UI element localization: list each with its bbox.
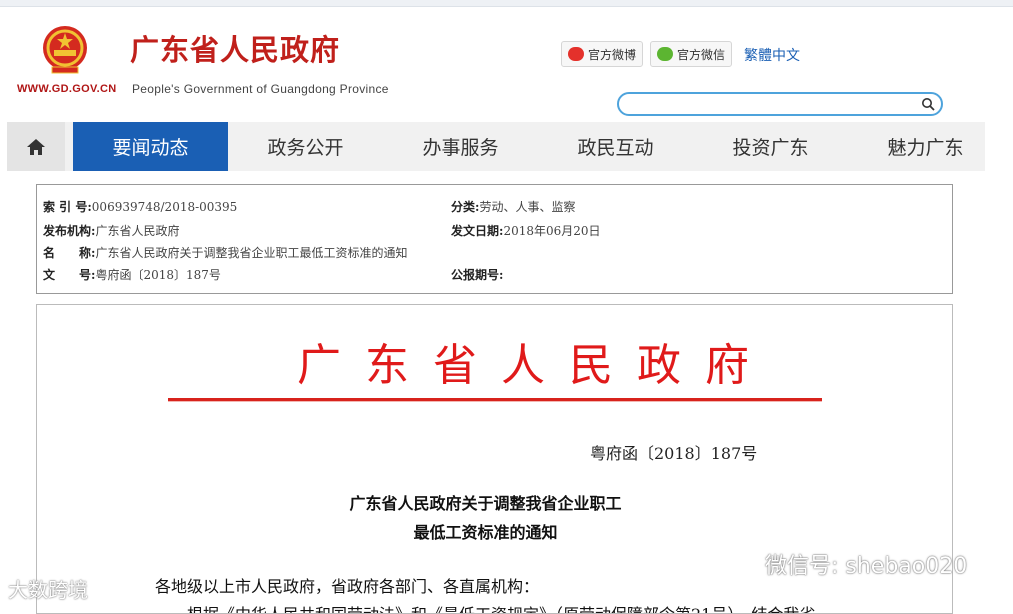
meta-issuer: 发布机构:广东省人民政府 (43, 222, 179, 239)
meta-name-key: 名 称: (43, 246, 96, 260)
watermark-right-text: 微信号: shebao020 (765, 554, 968, 579)
nav-item-gov-affairs[interactable]: 政务公开 (228, 122, 383, 171)
watermark-right: 微信号: shebao020 (733, 548, 967, 580)
nav-item-invest[interactable]: 投资广东 (693, 122, 848, 171)
watermark-left: 大数跨境 (8, 578, 88, 602)
document-metadata: 索 引 号:006939748/2018-00395 分类:劳动、人事、监察 发… (36, 184, 953, 294)
meta-gazette: 公报期号: (451, 266, 503, 283)
weixin-label: 官方微信 (677, 47, 726, 62)
weixin-link[interactable]: 官方微信 (650, 41, 733, 67)
search-input[interactable] (629, 95, 913, 115)
weibo-icon (568, 47, 584, 61)
meta-category: 分类:劳动、人事、监察 (451, 198, 575, 215)
site-title[interactable]: 广东省人民政府 (130, 27, 340, 69)
meta-docno: 文 号:粤府函〔2018〕187号 (43, 266, 221, 283)
meta-docno-value: 粤府函〔2018〕187号 (95, 268, 221, 282)
meta-category-value: 劳动、人事、监察 (479, 200, 576, 214)
nav-item-interaction[interactable]: 政民互动 (538, 122, 693, 171)
nav-item-services[interactable]: 办事服务 (383, 122, 538, 171)
meta-gazette-key: 公报期号: (451, 268, 504, 282)
meta-name: 名 称:广东省人民政府关于调整我省企业职工最低工资标准的通知 (43, 244, 407, 261)
search-icon[interactable] (921, 97, 935, 111)
weibo-label: 官方微博 (588, 47, 637, 62)
weibo-link[interactable]: 官方微博 (561, 41, 644, 67)
meta-name-value: 广东省人民政府关于调整我省企业职工最低工资标准的通知 (95, 246, 408, 260)
traditional-chinese-link[interactable]: 繁體中文 (744, 45, 800, 65)
meta-date-key: 发文日期: (451, 224, 504, 238)
document-salutation: 各地级以上市人民政府，省政府各部门、各直属机构： (155, 577, 540, 596)
nav-home[interactable] (7, 122, 65, 171)
meta-date: 发文日期:2018年06月20日 (451, 222, 601, 239)
meta-category-key: 分类: (451, 200, 480, 214)
meta-index: 索 引 号:006939748/2018-00395 (43, 198, 237, 215)
document-red-heading: 广东省人民政府 (297, 340, 773, 391)
document-title-line2: 最低工资标准的通知 (413, 523, 558, 542)
home-icon (27, 138, 45, 155)
site-subtitle: People's Government of Guangdong Provinc… (132, 82, 389, 96)
document-number: 粤府函〔2018〕187号 (590, 444, 758, 463)
red-divider (168, 398, 822, 402)
top-strip (0, 0, 1013, 7)
nav-item-news[interactable]: 要闻动态 (73, 122, 228, 171)
wechat-watermark-icon (733, 554, 758, 573)
meta-index-value: 006939748/2018-00395 (91, 200, 238, 214)
meta-docno-key: 文 号: (43, 268, 96, 282)
main-nav: 要闻动态 政务公开 办事服务 政民互动 投资广东 魅力广东 (7, 122, 985, 171)
national-emblem-icon[interactable] (40, 23, 90, 77)
document-title-line1: 广东省人民政府关于调整我省企业职工 (349, 494, 622, 513)
site-header: WWW.GD.GOV.CN 广东省人民政府 People's Governmen… (0, 7, 1013, 120)
meta-issuer-key: 发布机构: (43, 224, 96, 238)
site-url[interactable]: WWW.GD.GOV.CN (17, 83, 116, 95)
meta-date-value: 2018年06月20日 (503, 224, 601, 238)
document-paragraph: 根据《中华人民共和国劳动法》和《最低工资规定》（原劳动保障部令第21号），结合我… (187, 601, 815, 613)
nav-item-charm[interactable]: 魅力广东 (848, 122, 1003, 171)
wechat-icon (657, 47, 673, 61)
meta-issuer-value: 广东省人民政府 (95, 224, 180, 238)
meta-index-key: 索 引 号: (43, 200, 92, 214)
search-box (617, 92, 943, 116)
